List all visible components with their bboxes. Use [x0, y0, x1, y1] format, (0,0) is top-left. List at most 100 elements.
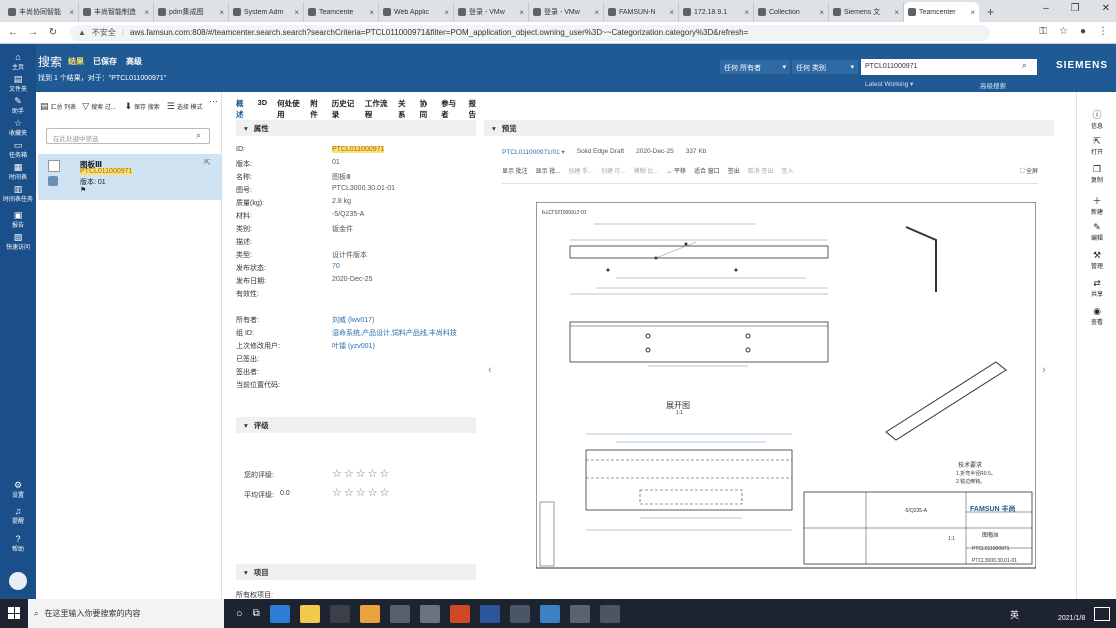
fullscreen-button[interactable]: ⛶ 全屏	[1020, 166, 1038, 183]
rail-item-favorites[interactable]: ☆ 收藏夹	[0, 118, 36, 137]
tab-history[interactable]: 历史记录	[332, 98, 355, 122]
close-tab-icon[interactable]: ×	[69, 8, 74, 17]
browser-tab[interactable]: 登录 - VMw ×	[529, 2, 604, 22]
browser-tab[interactable]: Collection ×	[754, 2, 829, 22]
tab-workflow[interactable]: 工作流程	[365, 98, 388, 122]
word-icon[interactable]	[479, 604, 500, 623]
close-tab-icon[interactable]: ×	[669, 8, 674, 17]
minimize-button[interactable]: –	[1043, 3, 1049, 14]
pan-button[interactable]: ↔ 平移	[666, 166, 686, 183]
advanced-search-link[interactable]: 高级搜索	[980, 80, 1006, 90]
app5-icon[interactable]	[539, 604, 560, 623]
tab-reports[interactable]: 报告	[468, 98, 480, 122]
tab-relations[interactable]: 关系	[398, 98, 410, 122]
app7-icon[interactable]	[599, 604, 620, 623]
filter-input[interactable]: 在此处键中筛选	[46, 128, 210, 144]
tab-participants[interactable]: 参与者	[441, 98, 458, 122]
selection-mode-button[interactable]: ☰ 选择 模式	[167, 96, 205, 116]
owner-filter[interactable]: 任何 所有者 ▾	[720, 60, 790, 74]
tab-where-used[interactable]: 何处使用	[277, 98, 300, 122]
manage-button[interactable]: ⚒ 管理	[1077, 250, 1116, 270]
browser-tab[interactable]: 丰尚智能制造 ×	[79, 2, 154, 22]
more-icon[interactable]: ···	[209, 96, 218, 116]
rail-item-quick-access[interactable]: ▧ 快速访问	[0, 232, 36, 251]
browser-tab[interactable]: pdm集成图 ×	[154, 2, 229, 22]
rail-item-alerts[interactable]: ♫ 提醒	[0, 506, 36, 525]
rail-item-folders[interactable]: ▤ 文件夹	[0, 74, 36, 93]
app4-icon[interactable]	[509, 604, 530, 623]
close-tab-icon[interactable]: ×	[444, 8, 449, 17]
browser-tab[interactable]: 丰尚协同智能 ×	[4, 2, 79, 22]
tab-overview[interactable]: 概述	[236, 98, 248, 122]
rail-item-helper[interactable]: ✎ 助手	[0, 96, 36, 115]
property-value[interactable]: 叶镭 (yzv001)	[332, 341, 375, 351]
properties-section-header[interactable]: ▾ 属性	[236, 120, 476, 136]
menu-icon[interactable]: ⋮	[1098, 26, 1108, 37]
close-tab-icon[interactable]: ×	[970, 8, 975, 17]
property-value[interactable]: 湿命系统,产品设计,饲料产品线,丰尚科技	[332, 328, 457, 338]
powerpoint-icon[interactable]	[449, 604, 470, 623]
app6-icon[interactable]	[569, 604, 590, 623]
show-markup-button[interactable]: 显示 批注	[502, 166, 528, 183]
browser-tab[interactable]: Teamcenter ×	[904, 2, 979, 22]
close-tab-icon[interactable]: ×	[144, 8, 149, 17]
open-button[interactable]: ⇱ 打开	[1077, 136, 1116, 156]
app-icon[interactable]	[329, 604, 350, 623]
browser-tab[interactable]: Teamcente ×	[304, 2, 379, 22]
rating-section-header[interactable]: ▾ 评级	[236, 417, 476, 433]
search-input[interactable]: PTCL011000971	[861, 59, 1037, 75]
summary-list-button[interactable]: ▤ 汇总 列表	[40, 96, 78, 116]
taskbar-search[interactable]: ⌕ 在这里输入你要搜索的内容	[28, 599, 224, 628]
browser-tab[interactable]: Siemens 文 ×	[829, 2, 904, 22]
close-tab-icon[interactable]: ×	[219, 8, 224, 17]
taskbar-date[interactable]: 2021/1/8	[1058, 615, 1085, 622]
tab-results[interactable]: 结果	[68, 56, 84, 67]
property-value[interactable]: 70	[332, 263, 340, 270]
cancel-checkout-button[interactable]: 取消 签出	[748, 166, 774, 183]
rail-item-home[interactable]: ⌂ 主页	[0, 52, 36, 71]
create-markup-button[interactable]: 创建 手...	[568, 166, 593, 183]
user-avatar[interactable]	[9, 572, 27, 590]
key-icon[interactable]: ⚿	[1039, 26, 1047, 37]
view-button[interactable]: ◉ 查看	[1077, 306, 1116, 326]
rail-item-reports[interactable]: ▣ 报告	[0, 210, 36, 229]
edge-icon[interactable]	[269, 604, 290, 623]
close-tab-icon[interactable]: ×	[594, 8, 599, 17]
notification-icon[interactable]	[1094, 607, 1110, 621]
close-tab-icon[interactable]: ×	[294, 8, 299, 17]
explorer-icon[interactable]	[299, 604, 320, 623]
create-shape-button[interactable]: 创建 形...	[601, 166, 626, 183]
my-rating-stars[interactable]: ☆☆☆☆☆	[332, 467, 391, 480]
rail-item-schedule-tasks[interactable]: ▥ 时间表任务	[0, 184, 36, 203]
reload-icon[interactable]: ↻	[46, 27, 60, 38]
file-selector[interactable]: PTCL011000971/01 ▾	[502, 148, 565, 156]
new-tab-button[interactable]: +	[987, 5, 994, 19]
rail-item-settings[interactable]: ⚙ 设置	[0, 480, 36, 499]
fuzzy-compare-button[interactable]: 模糊 比...	[634, 166, 659, 183]
open-icon[interactable]: ⇱	[204, 158, 211, 167]
fit-window-button[interactable]: 适合 窗口	[694, 166, 720, 183]
next-page-icon[interactable]: ›	[1042, 364, 1046, 376]
tab-saved[interactable]: 已保存	[93, 56, 117, 67]
app3-icon[interactable]	[419, 604, 440, 623]
revision-rule[interactable]: Latest Working ▾	[865, 80, 913, 88]
tab-3d[interactable]: 3D	[258, 98, 268, 122]
app2-icon[interactable]	[389, 604, 410, 623]
browser-tab[interactable]: Web Applic ×	[379, 2, 454, 22]
save-search-button[interactable]: ⬇ 保存 搜索	[125, 96, 163, 116]
close-tab-icon[interactable]: ×	[519, 8, 524, 17]
back-icon[interactable]: ←	[6, 27, 20, 38]
prev-page-icon[interactable]: ‹	[488, 364, 492, 376]
browser-tab[interactable]: FAMSUN-N ×	[604, 2, 679, 22]
maximize-button[interactable]: ❐	[1071, 3, 1080, 14]
tab-collaboration[interactable]: 协同	[420, 98, 432, 122]
close-tab-icon[interactable]: ×	[894, 8, 899, 17]
browser-tab[interactable]: 172.18.9.1 ×	[679, 2, 754, 22]
close-window-button[interactable]: ✕	[1102, 3, 1110, 14]
checkout-button[interactable]: 签出	[728, 166, 740, 183]
category-filter[interactable]: 任何 类别 ▾	[792, 60, 858, 74]
cortana-icon[interactable]: ○	[236, 608, 243, 620]
edit-button[interactable]: ✎ 编辑	[1077, 222, 1116, 242]
rail-item-help[interactable]: ? 帮助	[0, 534, 36, 553]
windows-start-icon[interactable]	[8, 607, 20, 619]
